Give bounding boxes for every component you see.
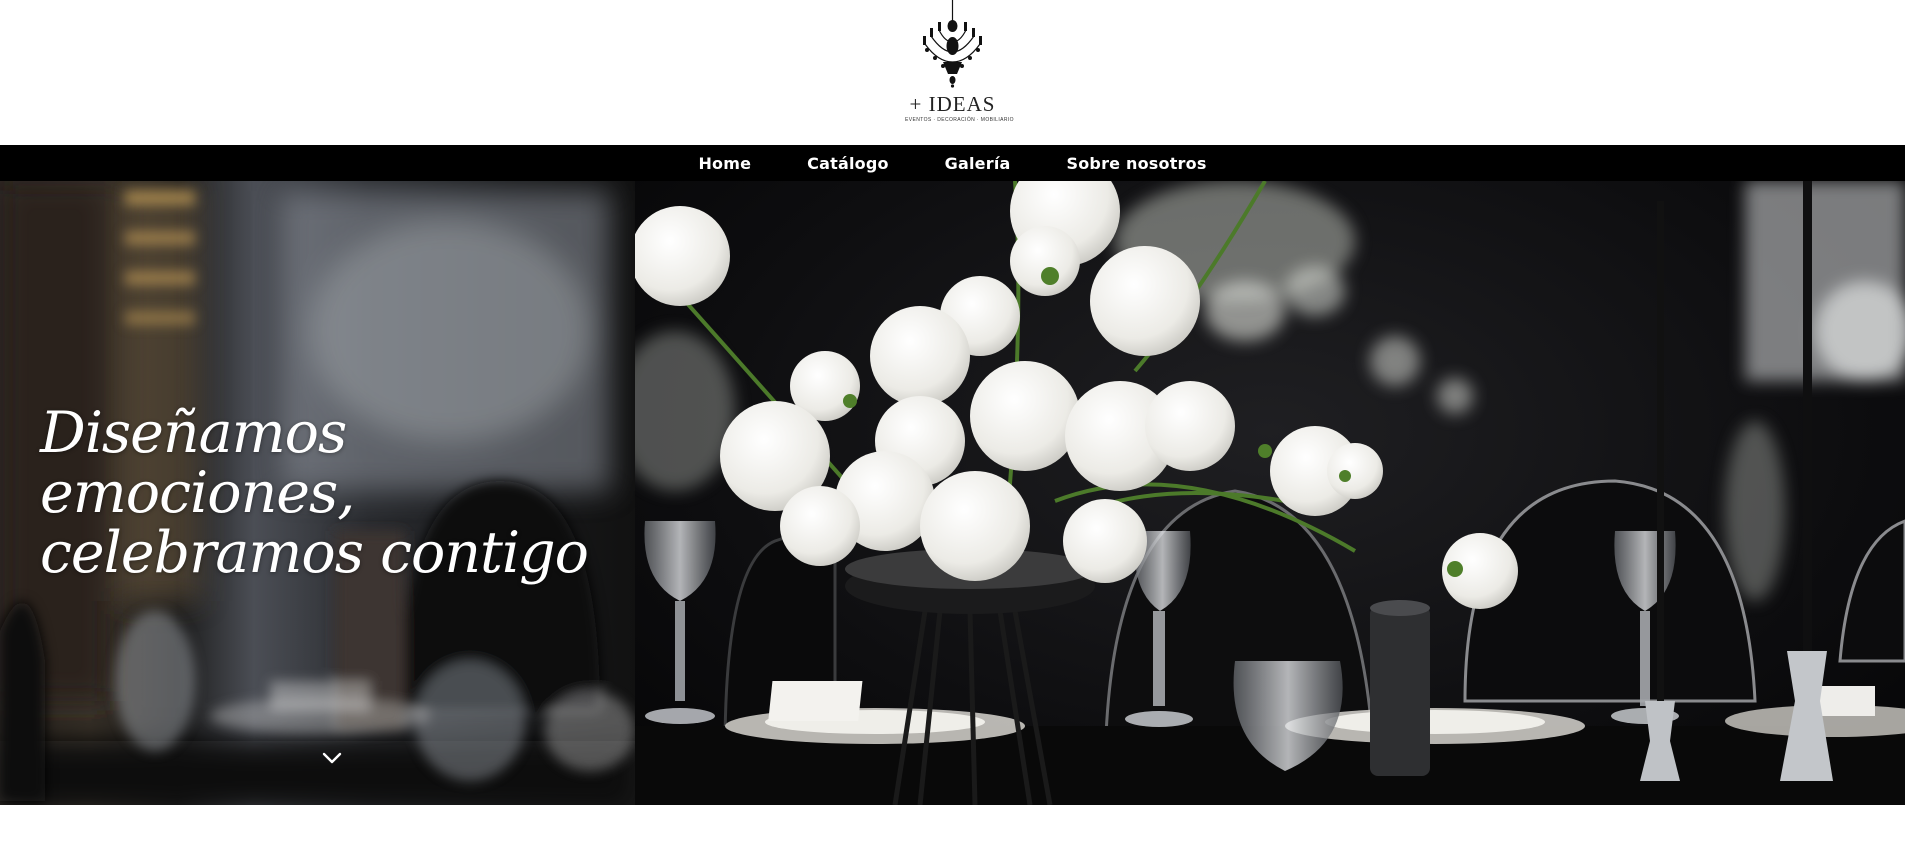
flower-centerpiece-illustration: [635, 181, 1905, 805]
hero-section: Diseñamos emociones, celebramos contigo: [0, 181, 1905, 805]
site-header: + IDEAS EVENTOS · DECORACIÓN · MOBILIARI…: [0, 0, 1905, 145]
scroll-down-button[interactable]: [318, 747, 346, 769]
chevron-down-icon: [322, 752, 342, 764]
brand-logo[interactable]: + IDEAS EVENTOS · DECORACIÓN · MOBILIARI…: [905, 0, 1014, 130]
nav-list: Home Catálogo Galería Sobre nosotros: [670, 154, 1234, 173]
hero-headline: Diseñamos emociones, celebramos contigo: [40, 403, 600, 583]
hero-image-centerpiece: [635, 181, 1905, 805]
hero-headline-line-1: Diseñamos: [40, 400, 347, 466]
hero-headline-line-2: emociones,: [40, 460, 355, 526]
nav-item-galeria[interactable]: Galería: [917, 154, 1039, 173]
hero-headline-line-3: celebramos contigo: [40, 520, 589, 586]
main-navigation: Home Catálogo Galería Sobre nosotros: [0, 145, 1905, 181]
brand-name: + IDEAS: [909, 92, 996, 116]
nav-item-home[interactable]: Home: [670, 154, 779, 173]
nav-item-sobre-nosotros[interactable]: Sobre nosotros: [1039, 154, 1235, 173]
brand-tagline: EVENTOS · DECORACIÓN · MOBILIARIO: [905, 117, 1014, 123]
nav-item-catalogo[interactable]: Catálogo: [779, 154, 917, 173]
hero-background-blur: Diseñamos emociones, celebramos contigo: [0, 181, 635, 805]
chandelier-icon: [923, 0, 982, 88]
